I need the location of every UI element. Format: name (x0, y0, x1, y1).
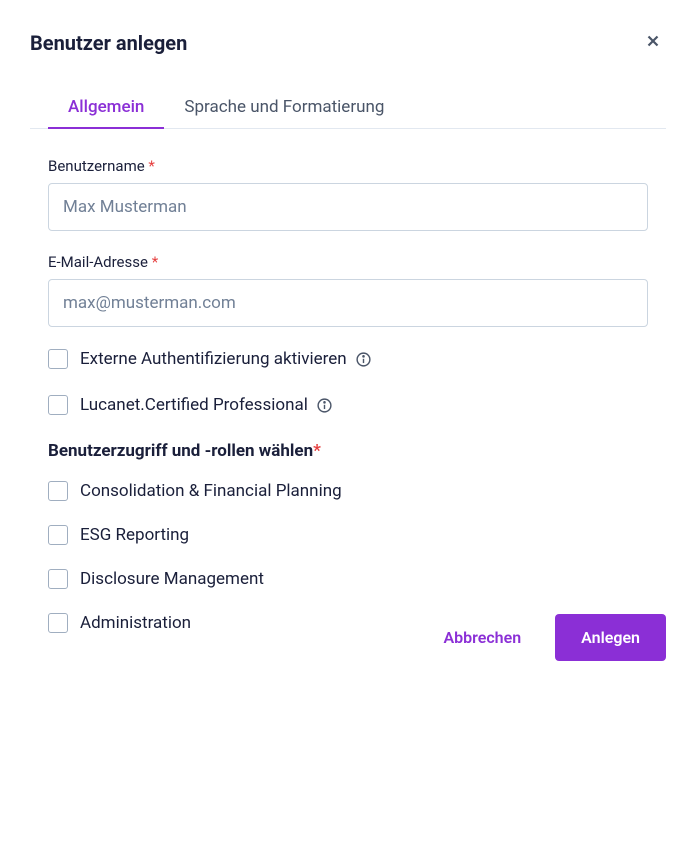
role-label: ESG Reporting (80, 525, 189, 545)
close-button[interactable] (640, 28, 666, 57)
info-icon[interactable] (316, 397, 333, 414)
username-group: Benutzername * (48, 157, 648, 231)
role-row-esg: ESG Reporting (48, 525, 648, 545)
email-group: E-Mail-Adresse * (48, 253, 648, 327)
external-auth-row: Externe Authentifizierung aktivieren (48, 349, 648, 369)
modal-footer: Abbrechen Anlegen (423, 614, 666, 661)
required-indicator: * (148, 157, 154, 175)
role-checkbox-administration[interactable] (48, 613, 68, 633)
modal-header: Benutzer anlegen (30, 28, 666, 57)
submit-button[interactable]: Anlegen (555, 614, 666, 661)
certified-row: Lucanet.Certified Professional (48, 395, 648, 415)
role-label: Administration (80, 613, 191, 633)
role-checkbox-consolidation[interactable] (48, 481, 68, 501)
username-label: Benutzername * (48, 157, 648, 175)
close-icon (644, 32, 662, 53)
create-user-modal: Benutzer anlegen Allgemein Sprache und F… (0, 0, 696, 685)
certified-checkbox[interactable] (48, 395, 68, 415)
form-content: Benutzername * E-Mail-Adresse * Externe … (30, 157, 666, 633)
external-auth-checkbox[interactable] (48, 349, 68, 369)
required-indicator: * (152, 253, 158, 271)
info-icon[interactable] (355, 351, 372, 368)
tab-general[interactable]: Allgemein (48, 87, 164, 129)
role-checkbox-esg[interactable] (48, 525, 68, 545)
email-label: E-Mail-Adresse * (48, 253, 648, 271)
role-checkbox-disclosure[interactable] (48, 569, 68, 589)
tab-language-formatting[interactable]: Sprache und Formatierung (164, 87, 404, 129)
required-indicator: * (313, 441, 321, 461)
role-row-disclosure: Disclosure Management (48, 569, 648, 589)
roles-section-title: Benutzerzugriff und -rollen wählen* (48, 441, 648, 461)
modal-title: Benutzer anlegen (30, 31, 187, 55)
username-input[interactable] (48, 183, 648, 231)
certified-label: Lucanet.Certified Professional (80, 395, 333, 415)
role-label: Disclosure Management (80, 569, 264, 589)
external-auth-label: Externe Authentifizierung aktivieren (80, 349, 372, 369)
cancel-button[interactable]: Abbrechen (423, 614, 541, 661)
role-label: Consolidation & Financial Planning (80, 481, 342, 501)
email-input[interactable] (48, 279, 648, 327)
tab-bar: Allgemein Sprache und Formatierung (30, 87, 666, 129)
role-row-consolidation: Consolidation & Financial Planning (48, 481, 648, 501)
